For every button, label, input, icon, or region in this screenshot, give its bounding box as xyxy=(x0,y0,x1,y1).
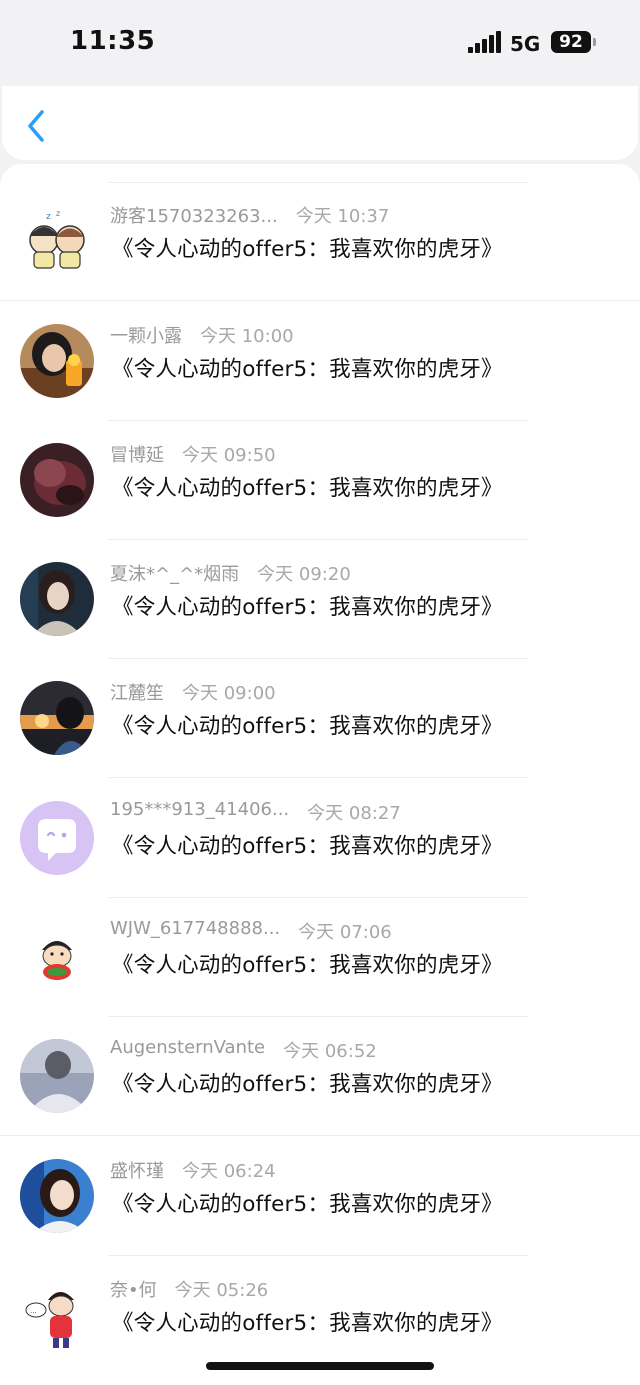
message-text: 《令人心动的offer5：我喜欢你的虎牙》 xyxy=(112,1192,503,1217)
divider xyxy=(0,1135,640,1136)
list-item[interactable]: ... 奈•何 今天 05:26 《令人心动的offer5：我喜欢你的虎牙》 xyxy=(0,1256,640,1375)
avatar: z z xyxy=(20,204,94,278)
sender-name: 盛怀瑾 xyxy=(110,1161,164,1182)
message-meta: 一颗小露 今天 10:00 xyxy=(110,322,294,348)
message-text: 《令人心动的offer5：我喜欢你的虎牙》 xyxy=(112,595,503,620)
message-text: 《令人心动的offer5：我喜欢你的虎牙》 xyxy=(112,357,503,382)
message-text: 《令人心动的offer5：我喜欢你的虎牙》 xyxy=(112,714,503,739)
message-meta: AugensternVante 今天 06:52 xyxy=(110,1037,377,1063)
sender-name: 一颗小露 xyxy=(110,326,182,347)
message-text: 《令人心动的offer5：我喜欢你的虎牙》 xyxy=(112,834,503,859)
list-item[interactable]: 冒博延 今天 09:50 《令人心动的offer5：我喜欢你的虎牙》 xyxy=(0,421,640,540)
navigation-bar xyxy=(2,86,638,160)
sender-name: WJW_617748888... xyxy=(110,918,281,939)
message-time: 今天 06:24 xyxy=(182,1161,276,1182)
battery-tip xyxy=(593,38,596,46)
sender-name: AugensternVante xyxy=(110,1037,266,1058)
message-text: 《令人心动的offer5：我喜欢你的虎牙》 xyxy=(112,1072,503,1097)
back-button[interactable] xyxy=(22,106,52,146)
message-meta: 江麓笙 今天 09:00 xyxy=(110,679,276,705)
list-item[interactable]: 195***913_41406... 今天 08:27 《令人心动的offer5：… xyxy=(0,779,640,898)
message-time: 今天 10:37 xyxy=(295,206,390,227)
avatar xyxy=(20,324,94,398)
avatar xyxy=(20,801,94,875)
message-time: 今天 09:50 xyxy=(182,445,276,466)
message-meta: 奈•何 今天 05:26 xyxy=(110,1276,268,1302)
avatar xyxy=(20,920,94,994)
sender-name: 夏沫*^_^*烟雨 xyxy=(110,564,240,585)
chevron-left-icon xyxy=(28,110,44,142)
message-time: 今天 10:00 xyxy=(200,326,294,347)
list-item[interactable]: WJW_617748888... 今天 07:06 《令人心动的offer5：我喜… xyxy=(0,898,640,1017)
network-type: 5G xyxy=(510,32,541,56)
sender-name: 游客1570323263... xyxy=(110,206,278,227)
svg-text:z: z xyxy=(56,209,60,218)
sender-name: 冒博延 xyxy=(110,445,164,466)
message-meta: 盛怀瑾 今天 06:24 xyxy=(110,1157,276,1183)
message-meta: 195***913_41406... 今天 08:27 xyxy=(110,799,401,825)
avatar xyxy=(20,1039,94,1113)
sender-name: 江麓笙 xyxy=(110,683,164,704)
message-meta: 夏沫*^_^*烟雨 今天 09:20 xyxy=(110,560,351,586)
message-text: 《令人心动的offer5：我喜欢你的虎牙》 xyxy=(112,476,503,501)
message-text: 《令人心动的offer5：我喜欢你的虎牙》 xyxy=(112,237,503,262)
cellular-signal-icon xyxy=(468,31,502,53)
avatar xyxy=(20,681,94,755)
message-list: z z 游客1570323263... 今天 10:37 《令人心动的offer5… xyxy=(0,164,640,1385)
message-time: 今天 05:26 xyxy=(174,1280,269,1301)
list-item[interactable]: 一颗小露 今天 10:00 《令人心动的offer5：我喜欢你的虎牙》 xyxy=(0,302,640,421)
status-time: 11:35 xyxy=(70,26,156,56)
sender-name: 195***913_41406... xyxy=(110,799,290,820)
list-item[interactable]: z z 游客1570323263... 今天 10:37 《令人心动的offer5… xyxy=(0,182,640,301)
message-time: 今天 09:20 xyxy=(257,564,351,585)
divider xyxy=(0,300,640,301)
message-time: 今天 08:27 xyxy=(307,803,401,824)
sender-name: 奈•何 xyxy=(110,1280,157,1301)
avatar xyxy=(20,562,94,636)
list-item[interactable]: 盛怀瑾 今天 06:24 《令人心动的offer5：我喜欢你的虎牙》 xyxy=(0,1137,640,1256)
message-text: 《令人心动的offer5：我喜欢你的虎牙》 xyxy=(112,953,503,978)
svg-text:...: ... xyxy=(30,1307,37,1315)
message-meta: 冒博延 今天 09:50 xyxy=(110,441,276,467)
message-time: 今天 09:00 xyxy=(182,683,276,704)
message-meta: WJW_617748888... 今天 07:06 xyxy=(110,918,392,944)
message-meta: 游客1570323263... 今天 10:37 xyxy=(110,202,389,228)
status-bar: 11:35 5G 92 xyxy=(0,0,640,90)
message-time: 今天 06:52 xyxy=(283,1041,377,1062)
home-indicator[interactable] xyxy=(206,1362,434,1370)
list-item[interactable]: AugensternVante 今天 06:52 《令人心动的offer5：我喜欢… xyxy=(0,1017,640,1136)
list-item[interactable]: 江麓笙 今天 09:00 《令人心动的offer5：我喜欢你的虎牙》 xyxy=(0,659,640,778)
message-time: 今天 07:06 xyxy=(298,922,392,943)
list-item[interactable]: 夏沫*^_^*烟雨 今天 09:20 《令人心动的offer5：我喜欢你的虎牙》 xyxy=(0,540,640,659)
divider xyxy=(108,777,528,778)
avatar xyxy=(20,1159,94,1233)
svg-text:z: z xyxy=(46,212,51,222)
avatar xyxy=(20,443,94,517)
message-text: 《令人心动的offer5：我喜欢你的虎牙》 xyxy=(112,1311,503,1336)
avatar: ... xyxy=(20,1278,94,1352)
battery-icon: 92 xyxy=(551,31,591,53)
